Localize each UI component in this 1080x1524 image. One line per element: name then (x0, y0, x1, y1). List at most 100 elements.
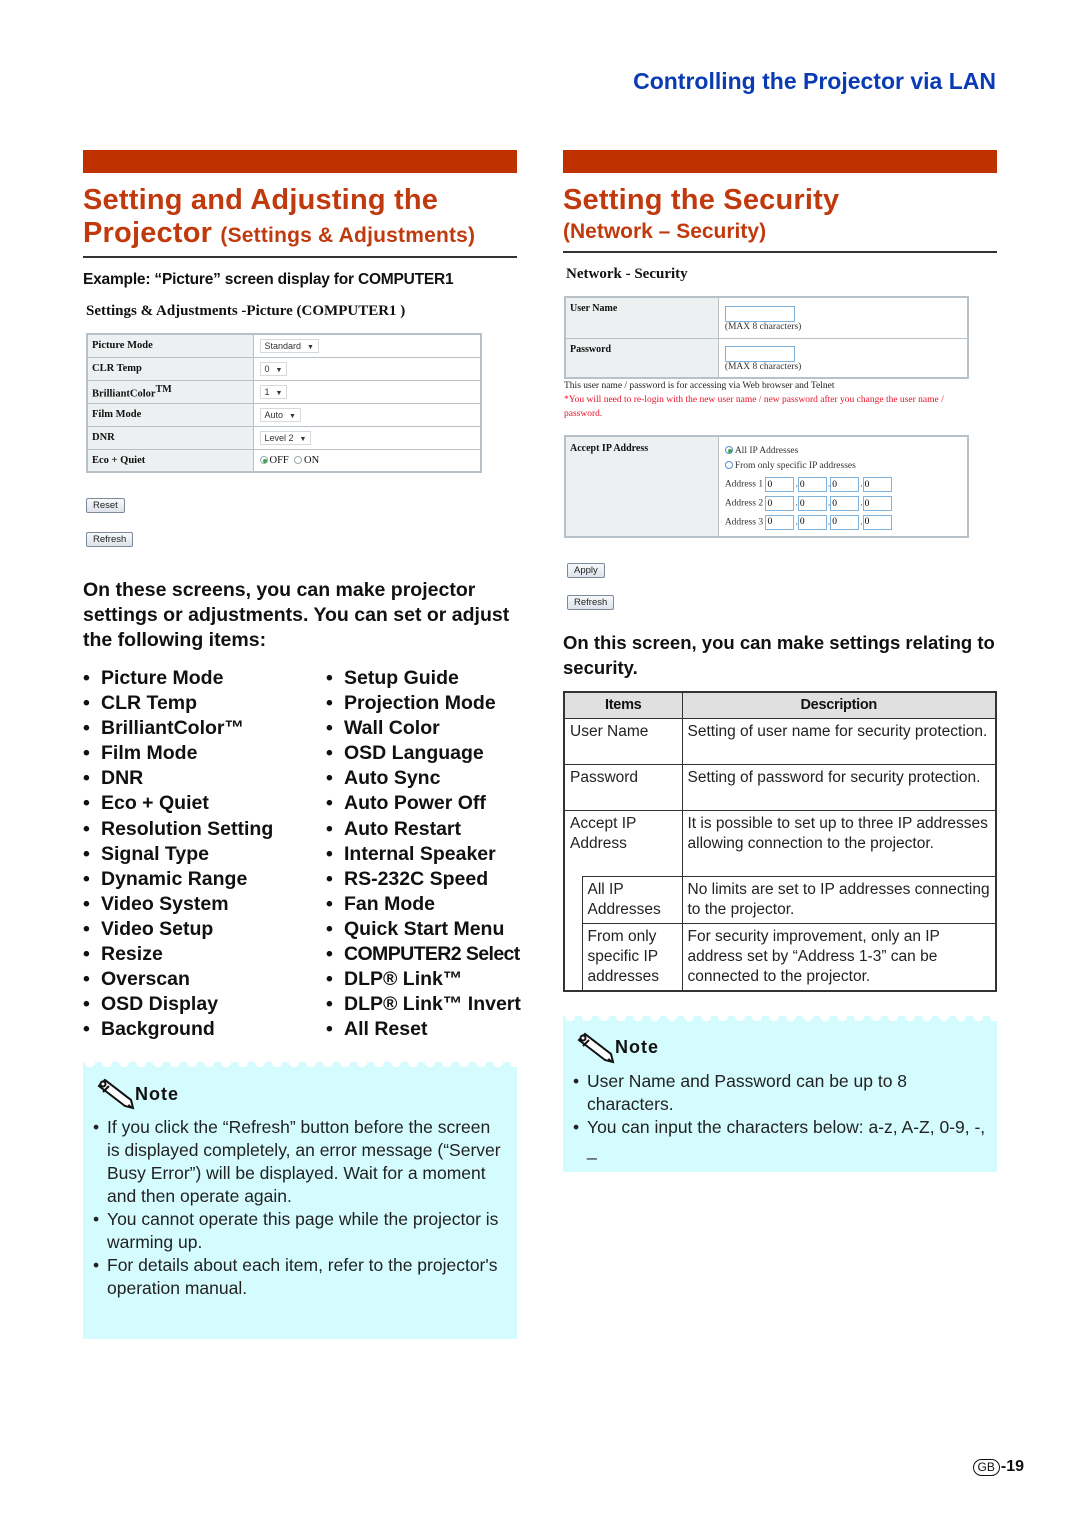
item-cell: Accept IP Address (564, 809, 682, 876)
settings-item: • OSD Language (326, 741, 526, 766)
bullet: • (83, 692, 90, 715)
note-item: If you click the “Refresh” button before… (91, 1116, 507, 1208)
item-cell: From only specific IP addresses (581, 922, 682, 991)
trademark-sup: TM (155, 383, 172, 395)
settings-item-label: Eco + Quiet (101, 792, 209, 815)
page-number-text: -19 (1000, 1458, 1024, 1475)
region-badge: GB (972, 1458, 1000, 1476)
table-row: BrilliantColorTM 1 ▼ (86, 379, 482, 404)
password-input[interactable] (724, 345, 795, 362)
bullet: • (326, 968, 333, 991)
caret-down-icon: ▼ (275, 366, 283, 374)
bullet: • (326, 943, 333, 966)
note-box-security: Note User Name and Password can be up to… (563, 1015, 997, 1172)
settings-item-label: Picture Mode (101, 667, 224, 689)
ip-octet-input[interactable] (765, 477, 795, 493)
select-value: 0 (264, 363, 270, 374)
settings-item: • Picture Mode (83, 666, 326, 691)
item-cell: All IP Addresses (581, 875, 682, 923)
settings-screen-title: Settings & Adjustments -Picture (COMPUTE… (86, 303, 406, 319)
film-mode-select[interactable]: Auto ▼ (259, 407, 301, 422)
settings-item-label: OSD Language (344, 742, 484, 765)
ip-octet-input[interactable] (797, 514, 827, 530)
ip-octet-input[interactable] (765, 514, 795, 530)
bullet: • (326, 1018, 333, 1041)
eco-quiet-off-radio[interactable] (259, 455, 268, 464)
settings-item: • Auto Restart (326, 817, 526, 842)
ip-octet-input[interactable] (797, 477, 827, 493)
settings-item-label: Video System (101, 892, 229, 915)
settings-table: Picture Mode Standard ▼ CLR Temp 0 ▼ Brill… (86, 333, 482, 473)
eco-quiet-on-radio[interactable] (294, 455, 303, 464)
settings-screen: Settings & Adjustments -Picture (COMPUTE… (83, 303, 517, 547)
ip-octet-input[interactable] (862, 514, 892, 530)
left-column: Setting and Adjusting the Projector (Set… (83, 150, 521, 1340)
note-item: For details about each item, refer to th… (91, 1254, 507, 1300)
all-ip-label: All IP Addresses (734, 446, 799, 457)
dnr-select[interactable]: Level 2 ▼ (259, 430, 312, 445)
refresh-button[interactable]: Refresh (567, 595, 615, 610)
row-label: Picture Mode (86, 333, 254, 358)
select-value: Auto (264, 409, 284, 420)
note-heading-text: Note (615, 1037, 659, 1057)
settings-item-label: Background (101, 1018, 215, 1041)
select-value: 1 (264, 386, 270, 397)
picture-mode-select[interactable]: Standard ▼ (259, 338, 319, 353)
section-title-settings: Setting and Adjusting the Projector (Set… (83, 184, 517, 252)
user-name-input[interactable] (724, 305, 795, 322)
title-rule (83, 256, 517, 258)
address-row: Address 2 ... (725, 496, 967, 512)
settings-item-label: RS-232C Speed (344, 867, 489, 890)
refresh-button[interactable]: Refresh (86, 532, 134, 547)
bullet: • (83, 842, 90, 865)
ip-octet-input[interactable] (830, 496, 860, 512)
settings-item-label: Auto Sync (344, 767, 441, 790)
ip-octet-input[interactable] (830, 477, 860, 493)
reset-button[interactable]: Reset (86, 498, 125, 513)
settings-item: • Signal Type (83, 842, 326, 867)
settings-item: • All Reset (326, 1017, 526, 1042)
ip-octet-input[interactable] (830, 514, 860, 530)
specific-ip-radio[interactable] (724, 461, 733, 470)
ip-octet-input[interactable] (862, 496, 892, 512)
settings-item: • Auto Power Off (326, 791, 526, 816)
note-box-settings: Note If you click the “Refresh” button b… (83, 1062, 517, 1340)
settings-item: • Video System (83, 892, 326, 917)
table-row: User Name Setting of user name for secur… (564, 718, 996, 764)
table-row: User Name (MAX 8 characters) (564, 296, 969, 339)
bullet: • (83, 892, 90, 915)
apply-button[interactable]: Apply (567, 563, 605, 578)
brilliantcolor-select[interactable]: 1 ▼ (259, 384, 288, 399)
note-heading: Note (95, 1078, 507, 1110)
ip-octet-input[interactable] (765, 496, 795, 512)
bullet: • (326, 742, 333, 765)
settings-item-label: All Reset (344, 1018, 428, 1041)
settings-item: • Film Mode (83, 741, 326, 766)
clr-temp-select[interactable]: 0 ▼ (259, 361, 288, 376)
row-label: CLR Temp (86, 356, 254, 381)
page-number: GB -19 (972, 1458, 1024, 1476)
table-row: Film Mode Auto ▼ (86, 402, 482, 427)
bullet: • (326, 867, 333, 890)
password-label: Password (564, 337, 719, 379)
settings-item: • Resize (83, 942, 326, 967)
ip-octet-input[interactable] (862, 477, 892, 493)
radio-label-off: OFF (269, 454, 289, 466)
bullet: • (83, 917, 90, 940)
row-label: Eco + Quiet (86, 448, 254, 473)
table-row: Accept IP Address All IP Addresses From … (564, 435, 969, 538)
settings-item: • Dynamic Range (83, 867, 326, 892)
bullet: • (83, 968, 90, 991)
indent-spacer (564, 876, 582, 923)
address-row: Address 1 ... (725, 477, 967, 493)
settings-item: • DNR (83, 766, 326, 791)
address-label: Address 2 (724, 498, 766, 509)
settings-item: • BrilliantColor™ (83, 716, 326, 741)
ip-octet-input[interactable] (797, 496, 827, 512)
settings-item-label: Video Setup (101, 917, 214, 940)
radio-label-on: ON (304, 454, 320, 466)
bullet: • (83, 1018, 90, 1041)
settings-item-label: COMPUTER2 Select (344, 943, 520, 966)
all-ip-radio[interactable] (724, 446, 733, 455)
caret-down-icon: ▼ (299, 435, 307, 443)
